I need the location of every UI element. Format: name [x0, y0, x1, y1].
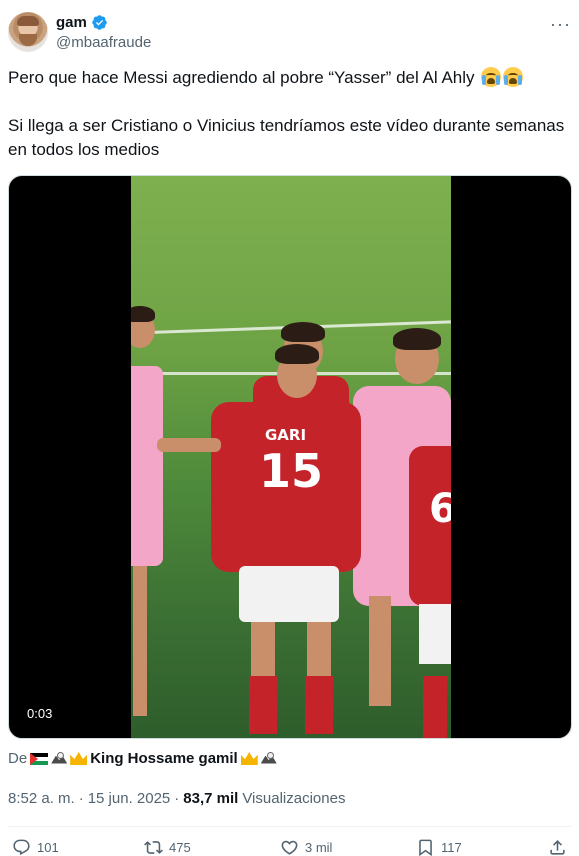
attribution-source-name[interactable]: King Hossame gamil — [90, 750, 238, 767]
bookmark-button[interactable]: 117 — [416, 838, 462, 856]
video-duration: 0:03 — [21, 704, 59, 723]
repost-button[interactable]: 475 — [144, 838, 191, 856]
reply-icon — [13, 839, 30, 856]
repost-count: 475 — [169, 840, 191, 855]
tweet-date[interactable]: 15 jun. 2025 — [88, 790, 171, 807]
video-player[interactable]: GARI 15 6 0:03 — [8, 175, 572, 739]
reply-button[interactable]: 101 — [12, 838, 59, 856]
meta-separator: · — [174, 790, 180, 807]
repost-icon — [144, 841, 163, 854]
user-handle[interactable]: @mbaafraude — [56, 34, 151, 51]
heart-icon — [281, 840, 298, 855]
avatar-hair — [17, 16, 39, 26]
tweet-text: Pero que hace Messi agrediendo al pobre … — [8, 66, 568, 186]
tweet-header: gam @mbaafraude ··· — [8, 10, 571, 56]
crown-icon — [70, 752, 88, 765]
tweet-paragraph-2: Si llega a ser Cristiano o Vinicius tend… — [8, 116, 565, 159]
more-options-icon[interactable]: ··· — [550, 14, 571, 35]
tweet-paragraph-1: Pero que hace Messi agrediendo al pobre … — [8, 66, 568, 90]
crying-face-emoji-icon — [481, 67, 502, 87]
crown-icon — [240, 752, 258, 765]
jersey-number-2: 6 — [429, 486, 451, 532]
bookmark-count: 117 — [441, 840, 462, 855]
eagle-icon — [51, 751, 67, 766]
views-count: 83,7 mil — [183, 790, 239, 807]
attribution-prefix: De — [8, 750, 28, 767]
tweet-time[interactable]: 8:52 a. m. — [8, 790, 75, 807]
media-attribution: De King Hossame gamil — [8, 750, 277, 767]
share-button[interactable] — [548, 838, 567, 856]
reply-count: 101 — [37, 840, 59, 855]
verified-badge-icon — [92, 15, 107, 30]
palestine-flag-icon — [30, 752, 49, 765]
jersey-name: GARI — [265, 426, 307, 444]
video-frame: GARI 15 6 — [131, 176, 451, 738]
action-bar: 101 475 3 mil 117 — [8, 838, 571, 856]
like-count: 3 mil — [305, 840, 333, 855]
tweet-meta: 8:52 a. m. · 15 jun. 2025 · 83,7 mil Vis… — [8, 790, 345, 807]
avatar-beard — [19, 34, 37, 46]
tweet-paragraph-1-text: Pero que hace Messi agrediendo al pobre … — [8, 68, 475, 87]
avatar[interactable] — [8, 12, 48, 52]
meta-separator: · — [78, 790, 84, 807]
eagle-icon — [261, 751, 277, 766]
like-button[interactable]: 3 mil — [280, 838, 332, 856]
share-icon — [550, 840, 565, 855]
display-name[interactable]: gam — [56, 14, 87, 31]
views-label: Visualizaciones — [242, 790, 346, 807]
name-row: gam — [56, 14, 108, 31]
divider — [8, 826, 571, 827]
jersey-number: 15 — [259, 444, 324, 498]
crying-face-emoji-icon — [503, 67, 524, 87]
bookmark-icon — [419, 839, 432, 856]
